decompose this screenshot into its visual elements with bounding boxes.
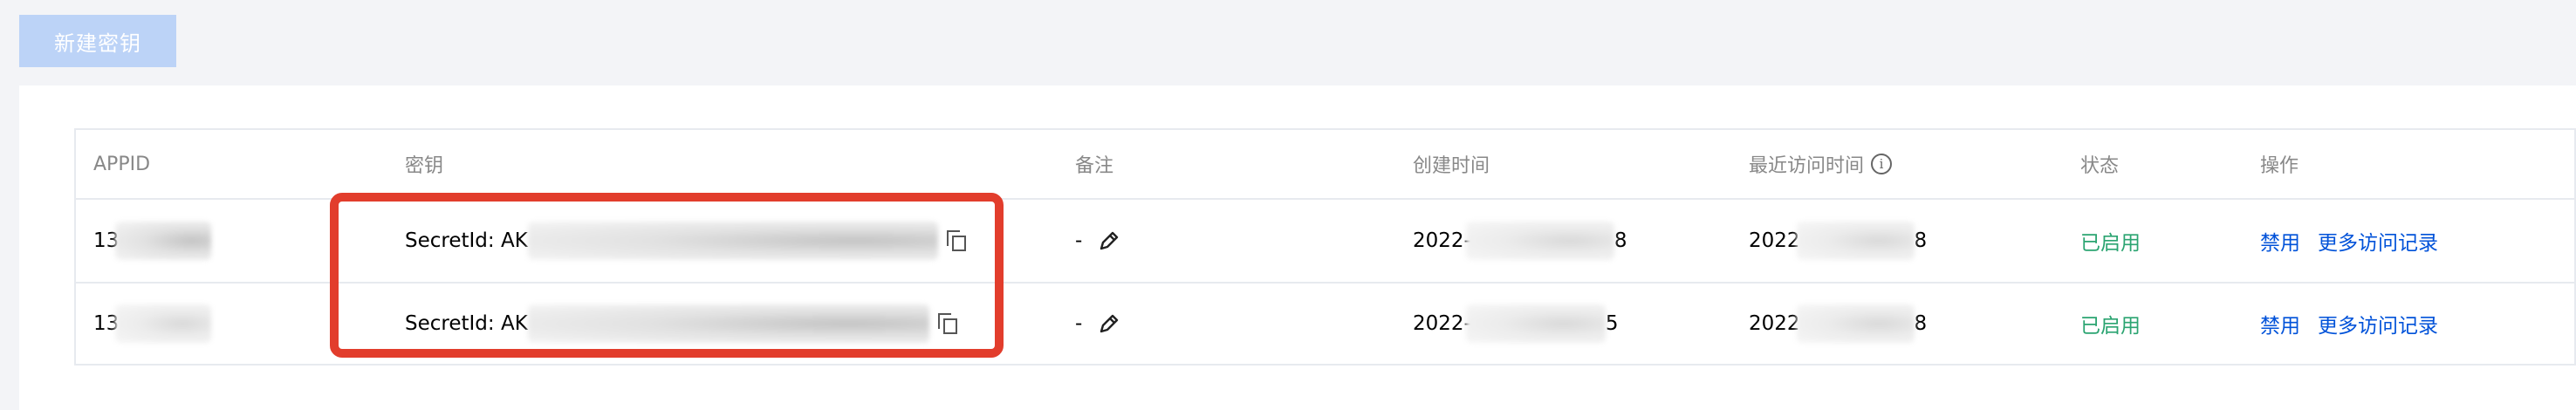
created-time-cell: 2022- 8 — [1413, 200, 1627, 282]
edit-remark-icon[interactable] — [1098, 229, 1120, 252]
header-appid: APPID — [93, 153, 151, 175]
remark-cell: - — [1075, 284, 1120, 364]
remark-value: - — [1075, 312, 1083, 335]
created-time-suffix: 8 — [1613, 229, 1627, 252]
header-key: 密钥 — [405, 155, 444, 177]
status-badge: 已启用 — [2080, 232, 2141, 255]
more-access-records-link[interactable]: 更多访问记录 — [2318, 226, 2438, 256]
last-access-prefix: 2022 — [1749, 229, 1800, 252]
edit-remark-icon[interactable] — [1098, 312, 1120, 335]
actions-cell: 禁用 更多访问记录 — [2260, 200, 2456, 282]
last-access-redacted — [1796, 222, 1915, 260]
appid-cell: 13 — [93, 284, 212, 364]
header-last-access-time: 最近访问时间 i — [1749, 130, 1893, 198]
secret-id-label: SecretId: AK — [405, 229, 528, 252]
appid-cell: 13 — [93, 200, 212, 282]
created-time-cell: 2022- 5 — [1413, 284, 1618, 364]
info-icon[interactable]: i — [1871, 154, 1893, 174]
actions-cell: 禁用 更多访问记录 — [2260, 284, 2456, 364]
new-key-button[interactable]: 新建密钥 — [19, 15, 176, 67]
last-access-cell: 2022 8 — [1749, 284, 1927, 364]
created-time-redacted — [1465, 304, 1606, 343]
header-status: 状态 — [2080, 155, 2120, 177]
more-access-records-link[interactable]: 更多访问记录 — [2318, 309, 2438, 338]
header-actions: 操作 — [2260, 155, 2299, 177]
appid-redacted — [115, 222, 212, 260]
created-time-suffix: 5 — [1605, 312, 1619, 335]
status-badge: 已启用 — [2080, 315, 2141, 338]
secret-id-label: SecretId: AK — [405, 312, 528, 335]
disable-link[interactable]: 禁用 — [2260, 226, 2300, 256]
copy-icon[interactable] — [946, 230, 966, 251]
header-created-time: 创建时间 — [1413, 155, 1490, 177]
created-time-prefix: 2022- — [1413, 229, 1471, 252]
created-time-redacted — [1465, 222, 1614, 260]
last-access-redacted — [1796, 304, 1915, 343]
secret-id-redacted — [527, 304, 929, 343]
secret-id-cell: SecretId: AK — [405, 284, 957, 364]
last-access-suffix: 8 — [1914, 229, 1928, 252]
last-access-prefix: 2022 — [1749, 312, 1800, 335]
appid-redacted — [115, 304, 212, 343]
keys-panel: APPID 密钥 备注 创建时间 最近访问时间 i 状态 操作 13 Secre… — [19, 85, 2576, 410]
remark-value: - — [1075, 229, 1083, 252]
secret-id-redacted — [527, 222, 938, 260]
table-row: 13 SecretId: AK - 2022- — [76, 284, 2574, 364]
header-remark: 备注 — [1075, 155, 1114, 177]
remark-cell: - — [1075, 200, 1120, 282]
created-time-prefix: 2022- — [1413, 312, 1471, 335]
table-header-row: APPID 密钥 备注 创建时间 最近访问时间 i 状态 操作 — [76, 130, 2574, 200]
last-access-suffix: 8 — [1914, 312, 1928, 335]
last-access-cell: 2022 8 — [1749, 200, 1927, 282]
secret-id-cell: SecretId: AK — [405, 200, 966, 282]
table-row: 13 SecretId: AK - 2022- — [76, 200, 2574, 284]
copy-icon[interactable] — [937, 313, 957, 334]
header-last-access-label: 最近访问时间 — [1749, 155, 1865, 177]
disable-link[interactable]: 禁用 — [2260, 309, 2300, 338]
keys-table: APPID 密钥 备注 创建时间 最近访问时间 i 状态 操作 13 Secre… — [74, 128, 2576, 366]
